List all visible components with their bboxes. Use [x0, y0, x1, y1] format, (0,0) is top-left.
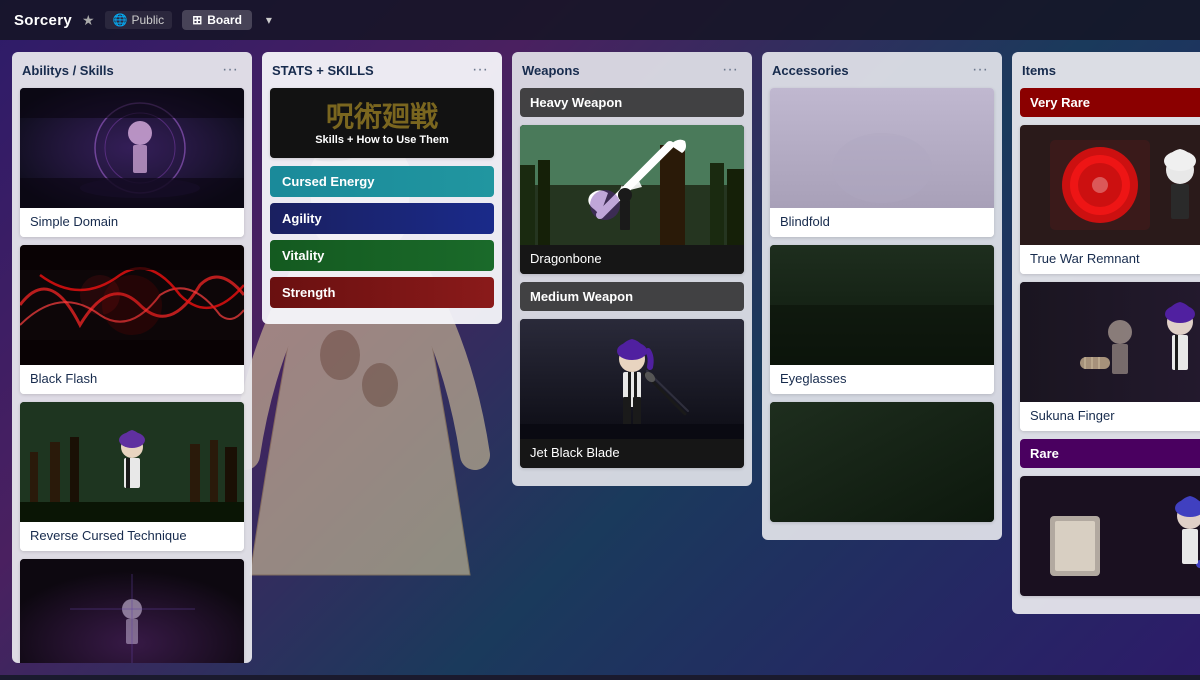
card-reverse-cursed[interactable]: Reverse Cursed Technique [20, 402, 244, 551]
card-label-sukuna-finger: Sukuna Finger [1020, 402, 1200, 431]
column-header-items: Items ··· [1020, 62, 1200, 78]
card-simple-domain[interactable]: Simple Domain [20, 88, 244, 237]
column-menu-accessories[interactable]: ··· [968, 62, 992, 78]
card-label-jet-black: Jet Black Blade [520, 439, 744, 468]
column-abilities: Abilitys / Skills ··· [12, 52, 252, 663]
heavy-weapon-label: Heavy Weapon [530, 95, 622, 110]
column-stats: STATS + SKILLS ··· 呪術廻戦 Skills + How to … [262, 52, 502, 324]
column-accessories: Accessories ··· Blindfold [762, 52, 1002, 540]
column-weapons: Weapons ··· Heavy Weapon [512, 52, 752, 486]
card-skills-banner[interactable]: 呪術廻戦 Skills + How to Use Them [270, 88, 494, 158]
stat-agility[interactable]: Agility [270, 203, 494, 234]
card-label-true-war: True War Remnant [1020, 245, 1200, 274]
card-sukuna-finger[interactable]: Sukuna Finger [1020, 282, 1200, 431]
column-header-accessories: Accessories ··· [770, 62, 994, 78]
rarity-rare: Rare [1020, 439, 1200, 468]
stat-cursed-energy[interactable]: Cursed Energy [270, 166, 494, 197]
board-icon: ⊞ [192, 13, 202, 27]
card-blindfold[interactable]: Blindfold [770, 88, 994, 237]
public-badge[interactable]: 🌐 Public [105, 11, 173, 29]
board-title: Sorcery [14, 12, 72, 29]
card-dragonbone[interactable]: Dragonbone [520, 125, 744, 274]
column-header-weapons: Weapons ··· [520, 62, 744, 78]
rarity-label-rare: Rare [1030, 446, 1059, 461]
chevron-down-icon[interactable]: ▾ [266, 13, 272, 27]
card-label-reverse-cursed: Reverse Cursed Technique [20, 522, 244, 551]
card-label-black-flash: Black Flash [20, 365, 244, 394]
public-label: Public [132, 13, 165, 27]
medium-weapon-label: Medium Weapon [530, 289, 633, 304]
card-rare-item[interactable] [1020, 476, 1200, 596]
card-heavenly-restriction[interactable]: Heavenly Restriction [20, 559, 244, 663]
topbar: Sorcery ★ 🌐 Public ⊞ Board ▾ [0, 0, 1200, 40]
card-label-blindfold: Blindfold [770, 208, 994, 237]
stat-label-strength: Strength [282, 285, 335, 300]
column-title-abilities: Abilitys / Skills [22, 63, 114, 78]
column-menu-weapons[interactable]: ··· [718, 62, 742, 78]
column-menu-stats[interactable]: ··· [468, 62, 492, 78]
column-title-stats: STATS + SKILLS [272, 63, 374, 78]
rarity-very-rare: Very Rare [1020, 88, 1200, 117]
column-header-abilities: Abilitys / Skills ··· [20, 62, 244, 78]
board-label: Board [207, 13, 242, 27]
star-icon[interactable]: ★ [82, 12, 95, 29]
stat-label-agility: Agility [282, 211, 322, 226]
globe-icon: 🌐 [113, 13, 128, 27]
column-title-items: Items [1022, 63, 1056, 78]
column-header-stats: STATS + SKILLS ··· [270, 62, 494, 78]
column-title-accessories: Accessories [772, 63, 849, 78]
section-heavy-weapon: Heavy Weapon [520, 88, 744, 117]
stat-label-cursed-energy: Cursed Energy [282, 174, 374, 189]
stat-vitality[interactable]: Vitality [270, 240, 494, 271]
stat-strength[interactable]: Strength [270, 277, 494, 308]
card-label-simple-domain: Simple Domain [20, 208, 244, 237]
section-medium-weapon: Medium Weapon [520, 282, 744, 311]
board-button[interactable]: ⊞ Board [182, 10, 252, 30]
card-eyeglasses[interactable]: Eyeglasses [770, 245, 994, 394]
card-label-eyeglasses: Eyeglasses [770, 365, 994, 394]
card-true-war-remnant[interactable]: True War Remnant [1020, 125, 1200, 274]
rarity-label-very-rare: Very Rare [1030, 95, 1090, 110]
card-black-flash[interactable]: Black Flash [20, 245, 244, 394]
stat-label-vitality: Vitality [282, 248, 324, 263]
svg-text:Skills + How to Use Them: Skills + How to Use Them [315, 134, 449, 146]
card-accessory-empty[interactable] [770, 402, 994, 522]
column-title-weapons: Weapons [522, 63, 580, 78]
board-container: Abilitys / Skills ··· [0, 40, 1200, 675]
card-label-dragonbone: Dragonbone [520, 245, 744, 274]
column-items: Items ··· Very Rare [1012, 52, 1200, 614]
column-menu-abilities[interactable]: ··· [218, 62, 242, 78]
card-jet-black-blade[interactable]: Jet Black Blade [520, 319, 744, 468]
